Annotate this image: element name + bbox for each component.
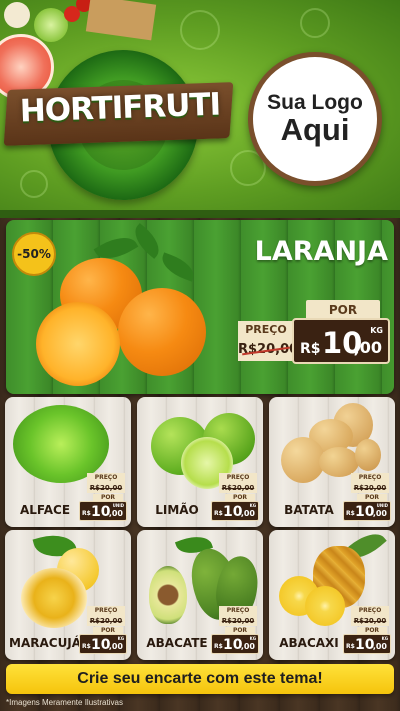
onion-icon: [4, 2, 30, 28]
price-unit: UNID: [112, 503, 124, 508]
old-price-label: PREÇO: [238, 321, 294, 339]
price-decimal: ,00: [353, 338, 382, 357]
old-price-label: PREÇO: [87, 606, 125, 616]
logo-line-2: Aqui: [280, 112, 350, 148]
price-unit: KG: [249, 636, 256, 641]
featured-price: R$ 10 KG ,00: [292, 318, 390, 364]
old-price: R$20,00: [351, 483, 389, 493]
price-decimal: ,00: [372, 509, 387, 518]
kiwi-icon: [34, 8, 68, 42]
product-price: R$ 10 KG ,00: [211, 634, 259, 654]
orange-icon: [118, 288, 206, 376]
doodle-icon: [180, 10, 220, 50]
old-price: R$20,00: [219, 483, 257, 493]
price-decimal: ,00: [240, 509, 255, 518]
price-integer: 10: [223, 504, 243, 520]
por-label: POR: [306, 300, 380, 320]
pineapple-slice-icon: [305, 586, 345, 626]
product-price: R$ 10 UNID ,00: [79, 501, 127, 521]
discount-badge: -50%: [12, 232, 56, 276]
product-name: ABACAXI: [279, 636, 339, 650]
price-integer: 10: [355, 504, 375, 520]
featured-product-name: LARANJA: [254, 236, 388, 267]
price-currency: R$: [346, 643, 355, 650]
product-card-abacaxi[interactable]: ABACAXI PREÇO R$20,00 POR R$ 10 KG ,00: [269, 530, 395, 660]
price-unit: KG: [370, 326, 383, 335]
brand-title: HORTIFRUTI: [19, 86, 221, 130]
price-decimal: ,00: [108, 642, 123, 651]
price-unit: KG: [117, 636, 124, 641]
product-card-maracuja[interactable]: MARACUJÁ PREÇO R$20,00 POR R$ 10 KG ,00: [5, 530, 131, 660]
old-price-label: PREÇO: [219, 473, 257, 483]
product-price: R$ 10 KG ,00: [79, 634, 127, 654]
product-name: LIMÃO: [155, 503, 199, 517]
old-price-label: PREÇO: [351, 473, 389, 483]
price-currency: R$: [346, 510, 355, 517]
doodle-icon: [20, 170, 48, 198]
doodle-icon: [300, 8, 330, 38]
old-price: R$20,00: [351, 616, 389, 626]
old-price: R$20,00: [87, 483, 125, 493]
product-card-limao[interactable]: LIMÃO PREÇO R$20,00 POR R$ 10 KG ,00: [137, 397, 263, 527]
old-price: R$20,00: [87, 616, 125, 626]
product-card-abacate[interactable]: ABACATE PREÇO R$20,00 POR R$ 10 KG ,00: [137, 530, 263, 660]
cta-button[interactable]: Crie seu encarte com este tema!: [6, 664, 394, 694]
product-name: BATATA: [284, 503, 334, 517]
product-name: ALFACE: [19, 503, 71, 517]
price-currency: R$: [214, 643, 223, 650]
product-card-batata[interactable]: BATATA PREÇO R$20,00 POR R$ 10 UNID ,00: [269, 397, 395, 527]
disclaimer-text: *Imagens Meramente Ilustrativas: [6, 698, 123, 707]
price-integer: 10: [355, 637, 375, 653]
price-unit: UNID: [376, 503, 388, 508]
old-price-label: PREÇO: [219, 606, 257, 616]
orange-slice-icon: [36, 302, 120, 386]
old-price-label: PREÇO: [87, 473, 125, 483]
paper-bag-icon: [85, 0, 157, 41]
lettuce-icon: [13, 405, 109, 483]
price-unit: KG: [249, 503, 256, 508]
price-currency: R$: [82, 643, 91, 650]
price-currency: R$: [82, 510, 91, 517]
product-card-alface[interactable]: ALFACE PREÇO R$20,00 POR R$ 10 UNID ,00: [5, 397, 131, 527]
price-decimal: ,00: [372, 642, 387, 651]
product-price: R$ 10 UNID ,00: [343, 501, 391, 521]
old-price: R$20,00: [219, 616, 257, 626]
price-integer: 10: [91, 637, 111, 653]
product-name: MARACUJÁ: [9, 636, 82, 650]
passion-fruit-half-icon: [21, 568, 87, 628]
price-currency: R$: [300, 341, 321, 357]
avocado-half-icon: [149, 566, 187, 624]
price-decimal: ,00: [108, 509, 123, 518]
product-price: R$ 10 KG ,00: [343, 634, 391, 654]
price-decimal: ,00: [240, 642, 255, 651]
price-integer: 10: [91, 504, 111, 520]
header-banner: HORTIFRUTI Sua Logo Aqui: [0, 0, 400, 218]
price-integer: 10: [223, 637, 243, 653]
product-name: ABACATE: [146, 636, 208, 650]
logo-line-1: Sua Logo: [267, 91, 363, 115]
price-currency: R$: [214, 510, 223, 517]
product-price: R$ 10 KG ,00: [211, 501, 259, 521]
logo-placeholder[interactable]: Sua Logo Aqui: [248, 52, 382, 186]
old-price-label: PREÇO: [351, 606, 389, 616]
potato-icon: [355, 439, 381, 471]
price-unit: KG: [381, 636, 388, 641]
